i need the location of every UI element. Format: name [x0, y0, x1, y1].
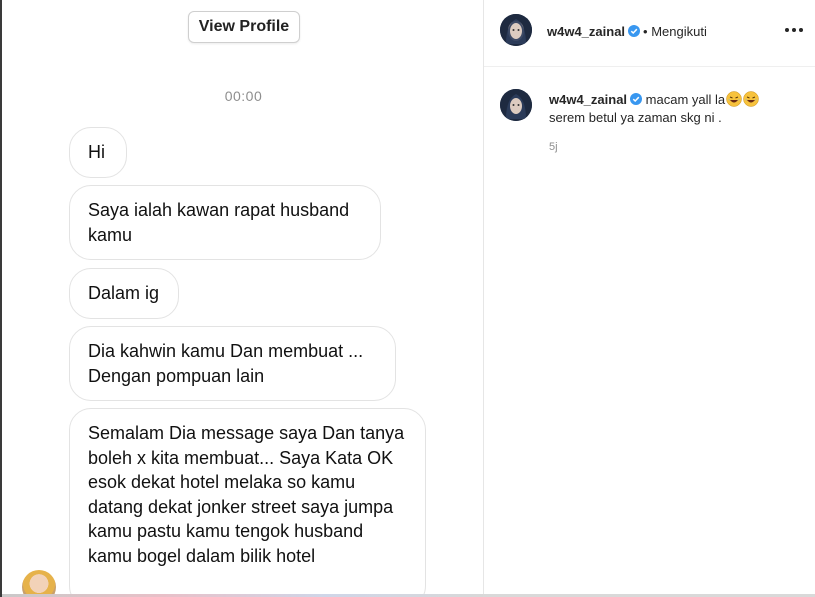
chat-screenshot: View Profile 00:00 Hi Saya ialah kawan r… — [0, 0, 483, 597]
message-bubble: Dalam ig — [69, 268, 179, 319]
verified-badge-icon — [630, 93, 643, 105]
message-bubble: Hi — [69, 127, 127, 178]
caption-line-2: serem betul ya zaman skg ni . — [549, 110, 722, 125]
post-age[interactable]: 5j — [549, 141, 558, 153]
caption-username[interactable]: w4w4_zainal — [549, 92, 627, 107]
profile-avatar[interactable] — [500, 14, 532, 46]
caption-text: w4w4_zainal macam yall la serem betul ya… — [549, 91, 799, 127]
caption-line-1: macam yall la — [645, 92, 726, 107]
message-bubble: Dia kahwin kamu Dan membuat ... Dengan p… — [69, 326, 396, 401]
caption-comment: w4w4_zainal macam yall la serem betul ya… — [484, 67, 815, 177]
username-link[interactable]: w4w4_zainal — [547, 24, 625, 39]
post-header: w4w4_zainal • Mengikuti — [484, 0, 815, 67]
chat-timestamp: 00:00 — [224, 88, 263, 104]
post-author: w4w4_zainal • Mengikuti — [547, 23, 707, 41]
laughing-emoji-icon — [743, 91, 759, 107]
verified-badge-icon — [628, 25, 641, 37]
comment-avatar[interactable] — [500, 89, 532, 121]
more-options-icon[interactable] — [785, 22, 803, 38]
sender-avatar — [22, 570, 56, 597]
view-profile-button[interactable]: View Profile — [188, 11, 300, 43]
laughing-emoji-icon — [726, 91, 742, 107]
follow-status[interactable]: • Mengikuti — [643, 24, 707, 39]
message-bubble: Saya ialah kawan rapat husband kamu — [69, 185, 381, 260]
message-bubble: Semalam Dia message saya Dan tanya boleh… — [69, 408, 426, 597]
